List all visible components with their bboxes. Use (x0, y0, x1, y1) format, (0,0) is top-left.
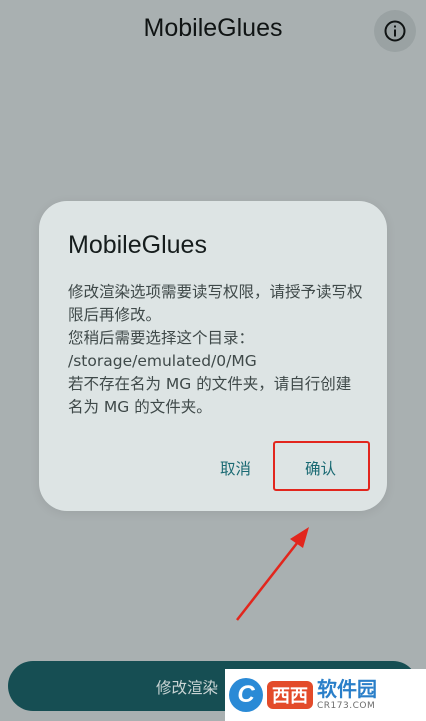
watermark-name: 软件园 (317, 677, 377, 701)
watermark-url: CR173.COM (317, 701, 376, 711)
watermark-text: 软件园 CR173.COM (317, 679, 377, 711)
annotation-arrow (236, 527, 309, 621)
watermark-c-icon: C (229, 678, 263, 712)
watermark-badge: 西西 (267, 681, 313, 709)
watermark-logo: C 西西 软件园 CR173.COM (225, 669, 426, 721)
modify-render-label: 修改渲染 (156, 679, 219, 697)
